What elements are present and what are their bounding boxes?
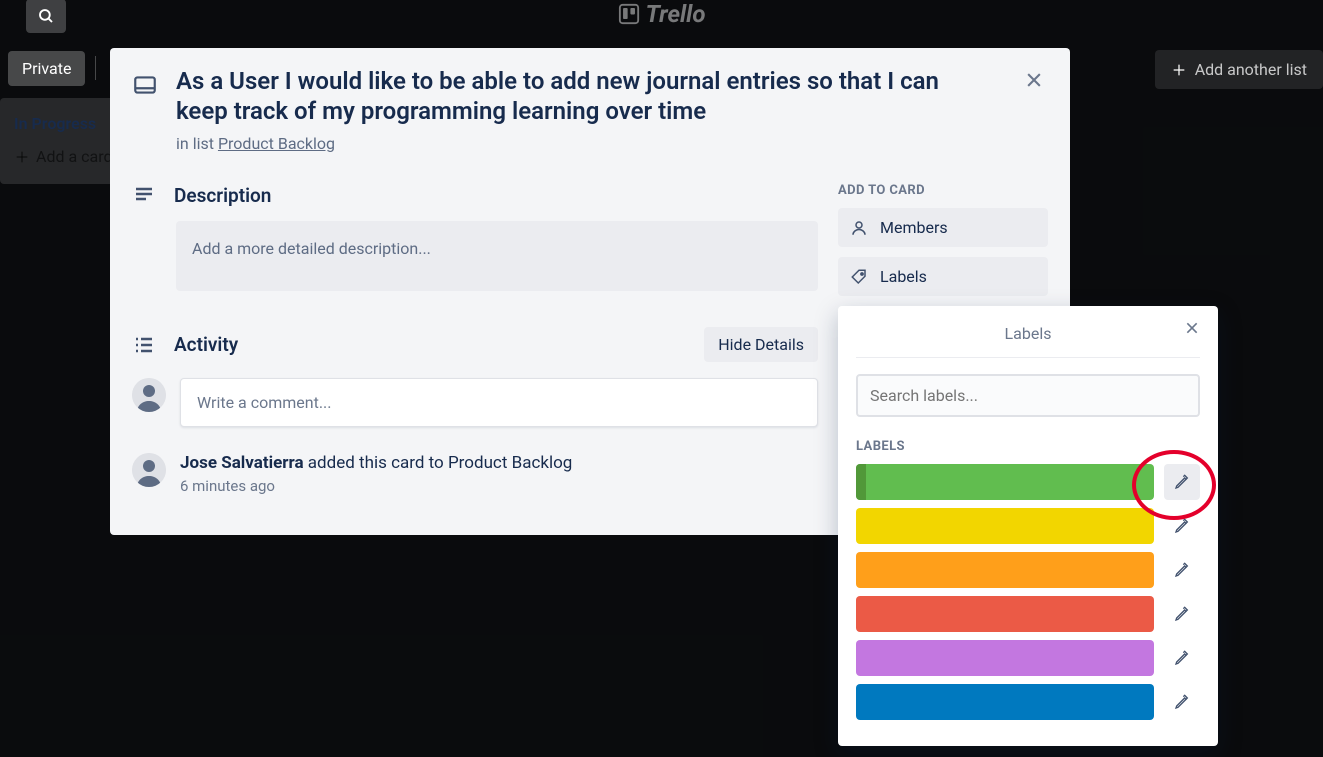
label-edit-yellow[interactable]	[1164, 508, 1200, 544]
labels-popover-title: Labels	[856, 318, 1200, 358]
activity-time[interactable]: 6 minutes ago	[180, 477, 572, 495]
card-list-link[interactable]: Product Backlog	[218, 134, 335, 153]
labels-popover-close[interactable]	[1184, 320, 1200, 336]
card-title[interactable]: As a User I would like to be able to add…	[176, 66, 976, 126]
label-edit-blue[interactable]	[1164, 684, 1200, 720]
current-user-avatar[interactable]	[132, 378, 166, 412]
labels-heading: LABELS	[856, 439, 1200, 454]
label-row-red	[856, 596, 1200, 632]
add-list-button[interactable]: Add another list	[1155, 50, 1323, 89]
activity-heading: Activity	[174, 333, 238, 356]
activity-action: added this card to Product Backlog	[304, 453, 573, 473]
pencil-icon	[1174, 562, 1190, 578]
label-red[interactable]	[856, 596, 1154, 632]
label-edit-red[interactable]	[1164, 596, 1200, 632]
label-yellow[interactable]	[856, 508, 1154, 544]
members-button[interactable]: Members	[838, 208, 1048, 247]
labels-label: Labels	[880, 267, 927, 286]
pencil-icon	[1174, 474, 1190, 490]
trello-logo-icon	[618, 3, 640, 25]
pencil-icon	[1174, 694, 1190, 710]
app-logo-text: Trello	[646, 0, 706, 28]
search-icon	[37, 7, 55, 25]
activity-author[interactable]: Jose Salvatierra	[180, 453, 304, 473]
comment-row: Write a comment...	[132, 378, 818, 427]
labels-button[interactable]: Labels	[838, 257, 1048, 296]
activity-text: Jose Salvatierra added this card to Prod…	[180, 453, 572, 473]
description-section-header: Description	[132, 183, 818, 207]
app-logo[interactable]: Trello	[618, 0, 706, 28]
card-header: As a User I would like to be able to add…	[132, 66, 1048, 126]
pencil-icon	[1174, 518, 1190, 534]
activity-author-avatar[interactable]	[132, 453, 166, 487]
card-in-list: in list Product Backlog	[176, 134, 1048, 153]
card-main-column: Description Add a more detailed descript…	[132, 183, 818, 495]
labels-search-input[interactable]	[856, 374, 1200, 417]
description-heading: Description	[174, 184, 271, 207]
activity-item: Jose Salvatierra added this card to Prod…	[132, 453, 818, 495]
description-input[interactable]: Add a more detailed description...	[176, 221, 818, 291]
label-row-yellow	[856, 508, 1200, 544]
label-row-orange	[856, 552, 1200, 588]
labels-icon	[850, 268, 868, 286]
plus-icon	[14, 149, 30, 165]
hide-details-button[interactable]: Hide Details	[704, 327, 818, 362]
label-blue[interactable]	[856, 684, 1154, 720]
label-edit-orange[interactable]	[1164, 552, 1200, 588]
label-edit-purple[interactable]	[1164, 640, 1200, 676]
labels-popover: Labels LABELS	[838, 306, 1218, 746]
pencil-icon	[1174, 650, 1190, 666]
card-icon	[132, 72, 158, 98]
label-purple[interactable]	[856, 640, 1154, 676]
label-green[interactable]	[856, 464, 1154, 500]
label-row-purple	[856, 640, 1200, 676]
search-button[interactable]	[26, 0, 66, 33]
close-icon	[1024, 70, 1044, 90]
label-edit-green[interactable]	[1164, 464, 1200, 500]
close-button[interactable]	[1016, 62, 1052, 98]
label-row-green	[856, 464, 1200, 500]
topbar: Trello	[0, 0, 1323, 32]
activity-icon	[132, 333, 156, 357]
members-icon	[850, 219, 868, 237]
add-to-card-heading: ADD TO CARD	[838, 183, 1048, 198]
activity-section-header: Activity	[132, 333, 238, 357]
plus-icon	[1171, 62, 1187, 78]
label-row-blue	[856, 684, 1200, 720]
close-icon	[1184, 320, 1200, 336]
description-icon	[132, 183, 156, 207]
members-label: Members	[880, 218, 948, 237]
comment-input[interactable]: Write a comment...	[180, 378, 818, 427]
pencil-icon	[1174, 606, 1190, 622]
label-orange[interactable]	[856, 552, 1154, 588]
visibility-button[interactable]: Private	[8, 51, 85, 86]
divider	[95, 56, 96, 80]
add-card-label: Add a card	[36, 147, 113, 166]
add-list-label: Add another list	[1195, 60, 1307, 79]
inlist-prefix: in list	[176, 134, 218, 153]
